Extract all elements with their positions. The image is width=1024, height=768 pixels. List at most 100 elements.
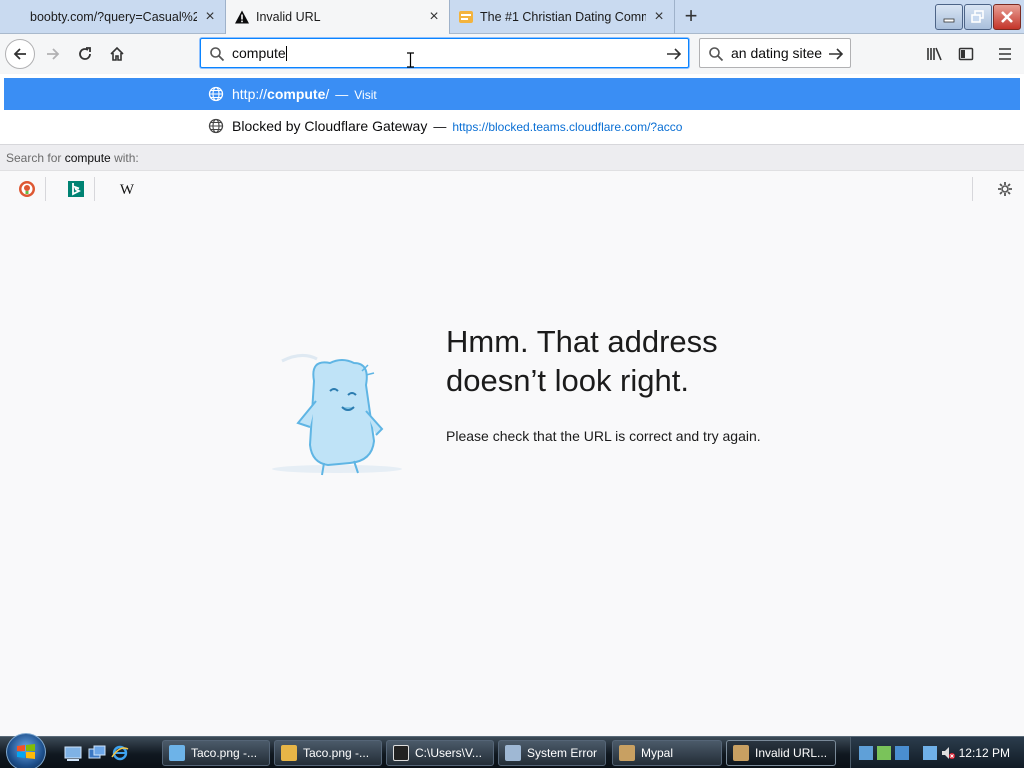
close-tab-icon[interactable]: × bbox=[652, 9, 666, 25]
taskbar-item-7zip[interactable]: C:\Users\V... bbox=[386, 740, 494, 766]
clock[interactable]: 12:12 PM bbox=[959, 746, 1010, 760]
mypal-icon bbox=[733, 745, 749, 761]
error-description: Please check that the URL is correct and… bbox=[446, 428, 761, 444]
restore-button[interactable] bbox=[964, 4, 992, 30]
visit-label: Visit bbox=[354, 88, 377, 102]
tab-christian-dating[interactable]: The #1 Christian Dating Comm × bbox=[450, 0, 675, 34]
paint-icon bbox=[281, 745, 297, 761]
taskbar-item-taco-2[interactable]: Taco.png -... bbox=[274, 740, 382, 766]
search-icon bbox=[210, 47, 225, 62]
taskbar-item-mypal[interactable]: Mypal bbox=[612, 740, 722, 766]
tab-strip: boobty.com/?query=Casual%2 × Invalid URL… bbox=[0, 0, 1024, 35]
url-autocomplete-popup: http://compute/— Visit Blocked by Cloudfl… bbox=[0, 74, 1024, 206]
tray-app-icon[interactable] bbox=[877, 746, 891, 760]
windows-taskbar: Taco.png -... Taco.png -... C:\Users\V..… bbox=[0, 733, 1024, 768]
close-window-button[interactable] bbox=[993, 4, 1021, 30]
address-input-text[interactable]: compute bbox=[232, 45, 287, 62]
close-icon bbox=[1001, 11, 1013, 23]
globe-icon bbox=[208, 86, 224, 102]
wikipedia-engine-button[interactable]: W bbox=[108, 177, 146, 201]
search-with-label: Search for compute with: bbox=[0, 144, 1024, 170]
taskbar-item-taco-1[interactable]: Taco.png -... bbox=[162, 740, 270, 766]
globe-icon bbox=[208, 118, 224, 134]
tray-app-icon[interactable] bbox=[859, 746, 873, 760]
image-viewer-icon bbox=[169, 745, 185, 761]
task-label: C:\Users\V... bbox=[415, 746, 482, 760]
home-button[interactable] bbox=[102, 39, 132, 69]
gear-icon bbox=[998, 182, 1012, 196]
tab-boobty[interactable]: boobty.com/?query=Casual%2 × bbox=[0, 0, 226, 34]
search-bar[interactable]: an dating sitee bbox=[699, 38, 851, 68]
bing-icon bbox=[67, 181, 84, 197]
divider bbox=[972, 177, 973, 201]
history-entry-url: https://blocked.teams.cloudflare.com/?ac… bbox=[452, 120, 683, 134]
bing-engine-button[interactable] bbox=[57, 177, 95, 201]
new-tab-button[interactable]: + bbox=[678, 4, 704, 30]
sidebar-icon bbox=[958, 47, 974, 61]
back-button[interactable] bbox=[5, 39, 35, 69]
reload-icon bbox=[79, 47, 91, 60]
error-title: Hmm. That address doesn’t look right. bbox=[446, 324, 718, 398]
task-label: Mypal bbox=[641, 746, 674, 760]
address-bar[interactable]: compute bbox=[200, 38, 689, 68]
tab-title: boobty.com/?query=Casual%2 bbox=[30, 10, 197, 24]
menu-button[interactable] bbox=[990, 39, 1020, 69]
minimize-button[interactable] bbox=[935, 4, 963, 30]
hamburger-menu-icon bbox=[999, 48, 1011, 60]
back-arrow-icon bbox=[13, 48, 26, 60]
history-entry: Blocked by Cloudflare Gateway — https://bl… bbox=[232, 118, 683, 134]
internet-explorer-icon[interactable] bbox=[111, 745, 129, 761]
sidebar-button[interactable] bbox=[951, 39, 981, 69]
reload-button[interactable] bbox=[70, 39, 100, 69]
system-tray: 12:12 PM bbox=[850, 737, 1024, 768]
tab-title: The #1 Christian Dating Comm bbox=[480, 10, 646, 24]
restore-icon bbox=[971, 10, 984, 23]
library-icon bbox=[927, 47, 942, 61]
mypal-icon bbox=[619, 745, 635, 761]
windows-logo-icon bbox=[17, 744, 35, 759]
volume-muted-icon[interactable] bbox=[941, 746, 955, 760]
minimize-icon bbox=[943, 18, 955, 23]
tab-invalid-url[interactable]: Invalid URL × bbox=[226, 0, 450, 35]
task-label: System Error bbox=[527, 746, 598, 760]
autocomplete-visit-row[interactable]: http://compute/— Visit bbox=[4, 78, 1020, 110]
one-off-search-engines: W bbox=[0, 170, 1024, 206]
go-arrow-icon[interactable] bbox=[828, 46, 844, 62]
search-input-text[interactable]: an dating sitee bbox=[731, 45, 822, 61]
duckduckgo-engine-button[interactable] bbox=[8, 177, 46, 201]
confused-dinosaur-illustration bbox=[272, 354, 402, 476]
site-favicon-icon bbox=[458, 9, 474, 25]
7zip-icon bbox=[393, 745, 409, 761]
close-tab-icon[interactable]: × bbox=[203, 9, 217, 25]
start-button[interactable] bbox=[6, 733, 46, 768]
task-label: Taco.png -... bbox=[191, 746, 258, 760]
autocomplete-url: http://compute/— Visit bbox=[232, 86, 377, 102]
text-cursor-icon bbox=[407, 52, 414, 68]
switch-windows-icon[interactable] bbox=[88, 745, 106, 761]
svg-text:W: W bbox=[120, 182, 135, 197]
show-desktop-icon[interactable] bbox=[64, 745, 82, 761]
task-label: Taco.png -... bbox=[303, 746, 370, 760]
task-label: Invalid URL... bbox=[755, 746, 828, 760]
error-window-icon bbox=[505, 745, 521, 761]
search-icon bbox=[709, 47, 724, 62]
duckduckgo-icon bbox=[18, 181, 35, 197]
forward-button[interactable] bbox=[38, 39, 68, 69]
library-button[interactable] bbox=[920, 39, 950, 69]
forward-arrow-icon bbox=[47, 48, 60, 60]
warning-icon bbox=[234, 9, 250, 25]
tab-title: Invalid URL bbox=[256, 10, 321, 24]
search-settings-button[interactable] bbox=[986, 177, 1024, 201]
go-arrow-icon[interactable] bbox=[666, 46, 682, 62]
tray-app-icon[interactable] bbox=[895, 746, 909, 760]
close-tab-icon[interactable]: × bbox=[427, 9, 441, 25]
error-page: Hmm. That address doesn’t look right. Ple… bbox=[0, 206, 1024, 736]
network-icon[interactable] bbox=[923, 746, 937, 760]
taskbar-item-invalid-url[interactable]: Invalid URL... bbox=[726, 740, 836, 766]
navigation-toolbar: compute an dating sitee bbox=[0, 34, 1024, 74]
wikipedia-icon: W bbox=[120, 182, 135, 197]
taskbar-item-system-error[interactable]: System Error bbox=[498, 740, 606, 766]
home-icon bbox=[110, 46, 124, 61]
text-caret bbox=[285, 46, 287, 62]
autocomplete-history-row[interactable]: Blocked by Cloudflare Gateway — https://bl… bbox=[4, 110, 1020, 142]
